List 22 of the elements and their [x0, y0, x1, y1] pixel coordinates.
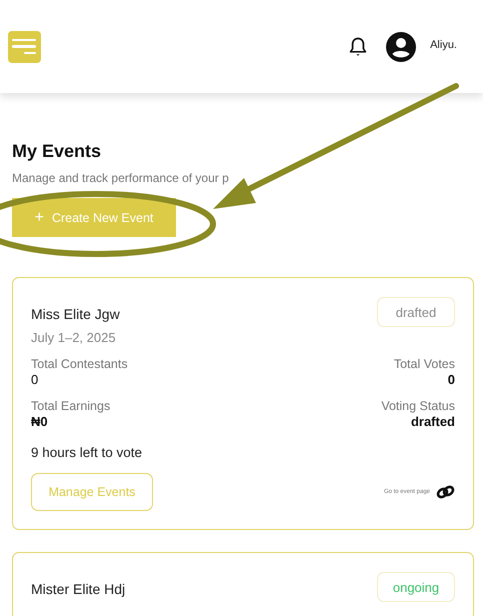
- stat-label: Total Earnings: [31, 399, 112, 413]
- stat-label: Total Votes: [394, 357, 455, 371]
- page-subtitle: Manage and track performance of your p: [12, 171, 230, 185]
- user-name: Aliyu.: [430, 38, 457, 50]
- stat-value: ₦0: [31, 414, 49, 429]
- stat-value: 0: [448, 372, 455, 387]
- bell-icon[interactable]: [348, 36, 368, 58]
- page-title: My Events: [12, 141, 102, 162]
- link-icon[interactable]: [436, 485, 455, 499]
- status-badge: ongoing: [377, 572, 455, 602]
- stat-label: Voting Status: [381, 399, 455, 413]
- status-badge: drafted: [377, 297, 455, 327]
- event-name: Mister Elite Hdj: [31, 581, 126, 597]
- event-name: Miss Elite Jgw: [31, 306, 120, 322]
- event-date: July 1–2, 2025: [31, 330, 117, 345]
- stat-value: drafted: [410, 414, 455, 429]
- create-event-button[interactable]: + Create New Event: [12, 198, 176, 237]
- stat-label: Total Contestants: [31, 357, 129, 371]
- stat-value: 0: [31, 372, 40, 387]
- manage-events-button[interactable]: Manage Events: [31, 473, 153, 511]
- avatar-icon[interactable]: [386, 32, 416, 62]
- vote-countdown: 9 hours left to vote: [31, 445, 144, 460]
